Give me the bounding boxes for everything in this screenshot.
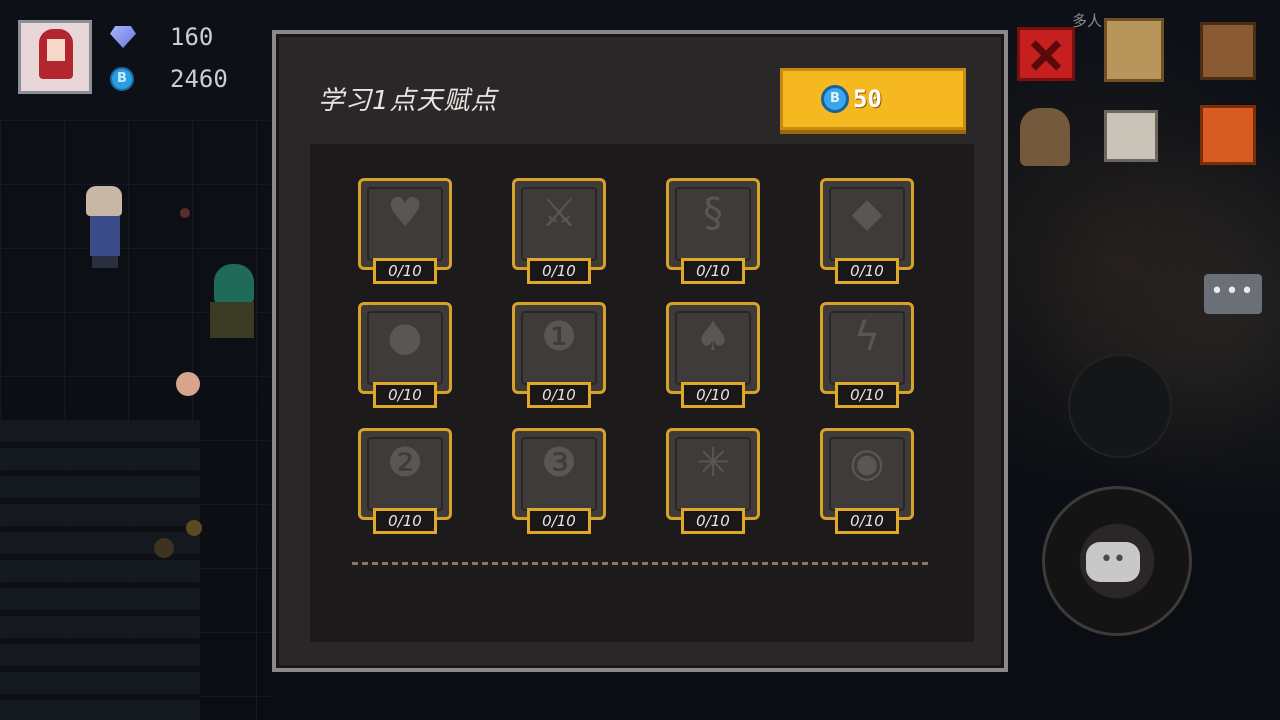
talent-slot[interactable]: ♥ 0/10 — [358, 178, 454, 286]
knight-character — [78, 186, 128, 270]
swirl-icon: § — [703, 190, 723, 236]
gem-count: 160 — [170, 23, 214, 51]
chest-icon[interactable] — [1104, 18, 1164, 82]
sword-icon: ⚔ — [541, 190, 577, 236]
energy-orb — [186, 520, 202, 536]
talent-slot[interactable]: ◆ 0/10 — [820, 178, 916, 286]
gem-icon — [110, 26, 136, 48]
talent-slot[interactable]: ♠ 0/10 — [666, 302, 762, 410]
talent-level: 0/10 — [835, 258, 899, 284]
chat-bubble-icon: ••• — [1210, 279, 1256, 304]
divider — [352, 562, 928, 565]
talent-slot[interactable]: ❷ 0/10 — [358, 428, 454, 536]
number-two-icon: ❷ — [387, 440, 423, 486]
talent-level: 0/10 — [527, 382, 591, 408]
backpack-icon[interactable] — [1200, 22, 1256, 80]
talent-level: 0/10 — [681, 382, 745, 408]
gift-icon[interactable] — [1200, 105, 1256, 165]
talent-level: 0/10 — [835, 382, 899, 408]
skill-button[interactable] — [1068, 354, 1172, 458]
number-one-icon: ❶ — [541, 314, 577, 360]
hood-icon: ♠ — [695, 314, 731, 360]
spark-icon: ✳ — [696, 440, 730, 486]
heart-icon: ♥ — [387, 190, 423, 236]
coin-counter: B 2460 — [110, 64, 228, 94]
chat-button[interactable]: ••• — [1204, 274, 1262, 314]
talent-level: 0/10 — [835, 508, 899, 534]
talent-slot[interactable]: ϟ 0/10 — [820, 302, 916, 410]
talent-slot[interactable]: ❸ 0/10 — [512, 428, 608, 536]
talent-level: 0/10 — [681, 258, 745, 284]
camera-icon[interactable] — [1104, 110, 1158, 162]
eye-icon: ◉ — [849, 440, 885, 486]
number-three-icon: ❸ — [541, 440, 577, 486]
dungeon-stairs — [0, 420, 200, 720]
talent-slot[interactable]: ⚔ 0/10 — [512, 178, 608, 286]
energy-orb — [176, 372, 200, 396]
talent-slot[interactable]: ❶ 0/10 — [512, 302, 608, 410]
lightning-icon: ϟ — [853, 314, 881, 360]
coin-count: 2460 — [170, 65, 228, 93]
potion-icon: ● — [387, 314, 423, 360]
talent-level: 0/10 — [373, 382, 437, 408]
talent-level: 0/10 — [373, 258, 437, 284]
talent-slot[interactable]: ✳ 0/10 — [666, 428, 762, 536]
avatar-face — [47, 39, 65, 61]
learn-talent-button[interactable]: B 50 — [780, 68, 966, 130]
coin-icon: B — [821, 85, 849, 113]
energy-orb — [180, 208, 190, 218]
talent-slot[interactable]: ◉ 0/10 — [820, 428, 916, 536]
coin-icon: B — [110, 67, 134, 91]
archer-character — [204, 264, 264, 344]
energy-orb — [154, 538, 174, 558]
panel-title: 学习1点天赋点 — [318, 86, 498, 116]
talent-level: 0/10 — [527, 508, 591, 534]
gem-counter: 160 — [110, 22, 213, 52]
multiplayer-label: 多人 — [1072, 12, 1103, 30]
joystick-knob-icon[interactable]: •• — [1086, 542, 1140, 582]
drop-icon: ◆ — [851, 190, 883, 236]
player-avatar[interactable] — [18, 20, 92, 94]
close-button[interactable] — [1017, 27, 1075, 81]
talent-cost: 50 — [853, 85, 882, 113]
talent-level: 0/10 — [527, 258, 591, 284]
talent-level: 0/10 — [681, 508, 745, 534]
talent-slot[interactable]: ● 0/10 — [358, 302, 454, 410]
talent-level: 0/10 — [373, 508, 437, 534]
talent-slot[interactable]: § 0/10 — [666, 178, 762, 286]
npc-icon[interactable] — [1020, 108, 1070, 166]
